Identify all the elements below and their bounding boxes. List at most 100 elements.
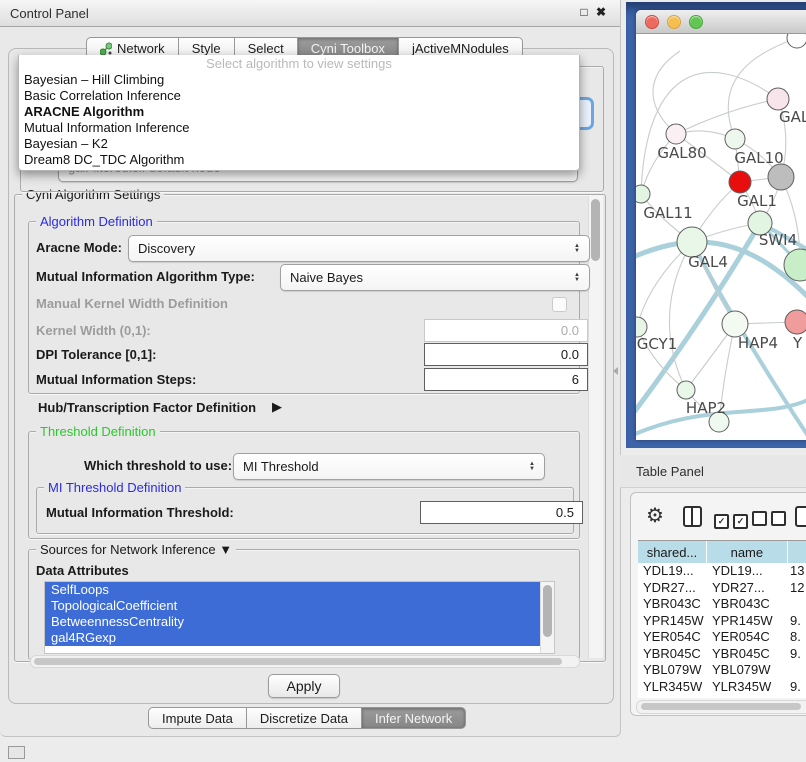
table-cell: YER054C — [707, 629, 788, 646]
node-label-gal1: GAL1 — [737, 192, 777, 210]
table-cell: YPR145W — [707, 613, 788, 630]
dropdown-item-basic-correlation-inference[interactable]: Basic Correlation Inference — [19, 88, 579, 104]
sources-collapse-icon[interactable]: ▼ — [219, 542, 232, 557]
mi-threshold-field[interactable]: 0.5 — [420, 501, 583, 524]
network-node-hap2[interactable] — [677, 381, 695, 399]
minimize-traffic-light-icon[interactable] — [667, 15, 681, 29]
tab-label: jActiveMNodules — [412, 41, 509, 56]
network-node-gal10[interactable] — [725, 129, 745, 149]
table-cell: 8. — [788, 629, 806, 646]
network-node-gal1[interactable] — [729, 171, 751, 193]
table-row[interactable]: YBR043CYBR043C — [638, 596, 806, 613]
select-all-columns-icon[interactable]: ✓✓ — [714, 511, 752, 529]
splitter-handle-icon[interactable] — [613, 367, 618, 375]
control-panel-titlebar: Control Panel — [0, 0, 620, 27]
mi-type-label: Mutual Information Algorithm Type: — [36, 269, 255, 284]
table-row[interactable]: YIL052CYIL052C9. — [638, 695, 806, 698]
float-window-icon[interactable]: □ — [577, 5, 591, 19]
column-header-a[interactable]: A — [788, 541, 806, 563]
dpi-tolerance-label: DPI Tolerance [0,1]: — [36, 347, 156, 362]
dropdown-item-mutual-information-inference[interactable]: Mutual Information Inference — [19, 120, 579, 136]
kernel-width-field[interactable]: 0.0 — [424, 319, 588, 342]
dropdown-item-aracne-algorithm[interactable]: ARACNE Algorithm — [19, 104, 579, 120]
table-row[interactable]: YDR27...YDR27...12 — [638, 580, 806, 597]
table-row[interactable]: YDL19...YDL19...13 — [638, 563, 806, 580]
node-label-gal80: GAL80 — [657, 144, 706, 162]
network-node-y[interactable] — [785, 310, 806, 334]
table-row[interactable]: YPR145WYPR145W9. — [638, 613, 806, 630]
kernel-width-label: Kernel Width (0,1): — [36, 323, 151, 338]
table-cell: YBR043C — [707, 596, 788, 613]
node-label-gal10: GAL10 — [734, 149, 783, 167]
zoom-traffic-light-icon[interactable] — [689, 15, 703, 29]
list-h-scrollbar-thumb[interactable] — [34, 658, 562, 665]
partial-toolbar-icon[interactable] — [795, 506, 806, 527]
column-header-shared[interactable]: shared... — [638, 541, 707, 563]
dropdown-item-dream8-dc-tdc-algorithm[interactable]: Dream8 DC_TDC Algorithm — [19, 152, 579, 168]
table-cell: YLR345W — [638, 679, 707, 696]
network-node-gcy1[interactable] — [636, 317, 647, 337]
tab-label: Network — [117, 41, 165, 56]
table-row[interactable]: YBR045CYBR045C9. — [638, 646, 806, 663]
gear-icon[interactable]: ⚙ — [646, 503, 664, 528]
close-window-icon[interactable]: ✖ — [594, 5, 608, 19]
network-canvas[interactable]: GALGAL80GAL10GAL1SWI4GAL4GAL11GCY1HAP4YH… — [636, 34, 806, 441]
combo-arrows-icon: ▲▼ — [568, 244, 580, 254]
mi-steps-field[interactable]: 6 — [424, 368, 588, 391]
network-node-gal80[interactable] — [666, 124, 686, 144]
attribute-item-selfloops[interactable]: SelfLoops — [45, 582, 541, 598]
network-node-gal11[interactable] — [636, 185, 650, 203]
network-edge[interactable] — [676, 99, 778, 134]
manual-kernel-checkbox[interactable] — [552, 297, 567, 312]
bottom-tab-infer-network[interactable]: Infer Network — [361, 707, 466, 729]
network-edge[interactable] — [641, 72, 778, 194]
table-cell: YDR27... — [638, 580, 707, 597]
bottom-tab-discretize-data[interactable]: Discretize Data — [246, 707, 362, 729]
table-body[interactable]: YDL19...YDL19...13YDR27...YDR27...12YBR0… — [638, 563, 806, 698]
combo-arrows-icon: ▲▼ — [568, 273, 580, 283]
mi-type-combo[interactable]: Naive Bayes ▲▼ — [280, 264, 590, 291]
dpi-tolerance-field[interactable]: 0.0 — [424, 343, 588, 366]
mi-threshold-group-title: MI Threshold Definition — [44, 480, 185, 495]
table-row[interactable]: YLR345WYLR345W9. — [638, 679, 806, 696]
network-node[interactable] — [787, 34, 806, 48]
collapsed-panel-icon[interactable] — [8, 746, 25, 759]
attribute-item-topologicalcoefficient[interactable]: TopologicalCoefficient — [45, 598, 541, 614]
kernel-width-value: 0.0 — [561, 323, 579, 338]
split-columns-icon[interactable] — [683, 506, 702, 527]
dropdown-item-bayesian-k2[interactable]: Bayesian – K2 — [19, 136, 579, 152]
apply-button[interactable]: Apply — [268, 674, 340, 698]
bottom-tab-impute-data[interactable]: Impute Data — [148, 707, 247, 729]
table-h-scrollbar-thumb[interactable] — [641, 703, 801, 710]
deselect-all-columns-icon[interactable] — [752, 511, 790, 531]
network-edge[interactable] — [653, 51, 680, 134]
network-node[interactable] — [768, 164, 794, 190]
node-label-hap2: HAP2 — [686, 399, 726, 417]
close-traffic-light-icon[interactable] — [645, 15, 659, 29]
table-h-scrollbar[interactable] — [636, 700, 806, 714]
table-cell: 9. — [788, 695, 806, 698]
list-scrollbar[interactable] — [540, 582, 554, 653]
dropdown-item-bayesian-hill-climbing[interactable]: Bayesian – Hill Climbing — [19, 72, 579, 88]
table-cell: YIL052C — [707, 695, 788, 698]
which-threshold-combo[interactable]: MI Threshold ▲▼ — [233, 453, 545, 480]
list-h-scrollbar[interactable] — [30, 655, 580, 668]
column-header-name[interactable]: name — [707, 541, 788, 563]
network-node-gal[interactable] — [767, 88, 789, 110]
data-attributes-list[interactable]: SelfLoopsTopologicalCoefficientBetweenne… — [44, 581, 555, 654]
table-cell: 12 — [788, 580, 806, 597]
hub-expand-icon[interactable]: ▶ — [272, 399, 282, 415]
attribute-item-gal4rgexp[interactable]: gal4RGexp — [45, 630, 541, 646]
control-panel-title: Control Panel — [10, 6, 89, 21]
table-row[interactable]: YER054CYER054C8. — [638, 629, 806, 646]
list-scrollbar-thumb[interactable] — [543, 585, 552, 637]
algorithm-dropdown-placeholder: Select algorithm to view settings — [19, 55, 579, 72]
table-row[interactable]: YBL079WYBL079W — [638, 662, 806, 679]
settings-scrollbar[interactable] — [588, 196, 603, 658]
tab-label: Select — [248, 41, 284, 56]
aracne-mode-combo[interactable]: Discovery ▲▼ — [128, 235, 590, 262]
table-cell: 9. — [788, 679, 806, 696]
attribute-item-betweennesscentrality[interactable]: BetweennessCentrality — [45, 614, 541, 630]
hub-section-label[interactable]: Hub/Transcription Factor Definition — [38, 400, 256, 415]
settings-scrollbar-thumb[interactable] — [591, 199, 600, 261]
